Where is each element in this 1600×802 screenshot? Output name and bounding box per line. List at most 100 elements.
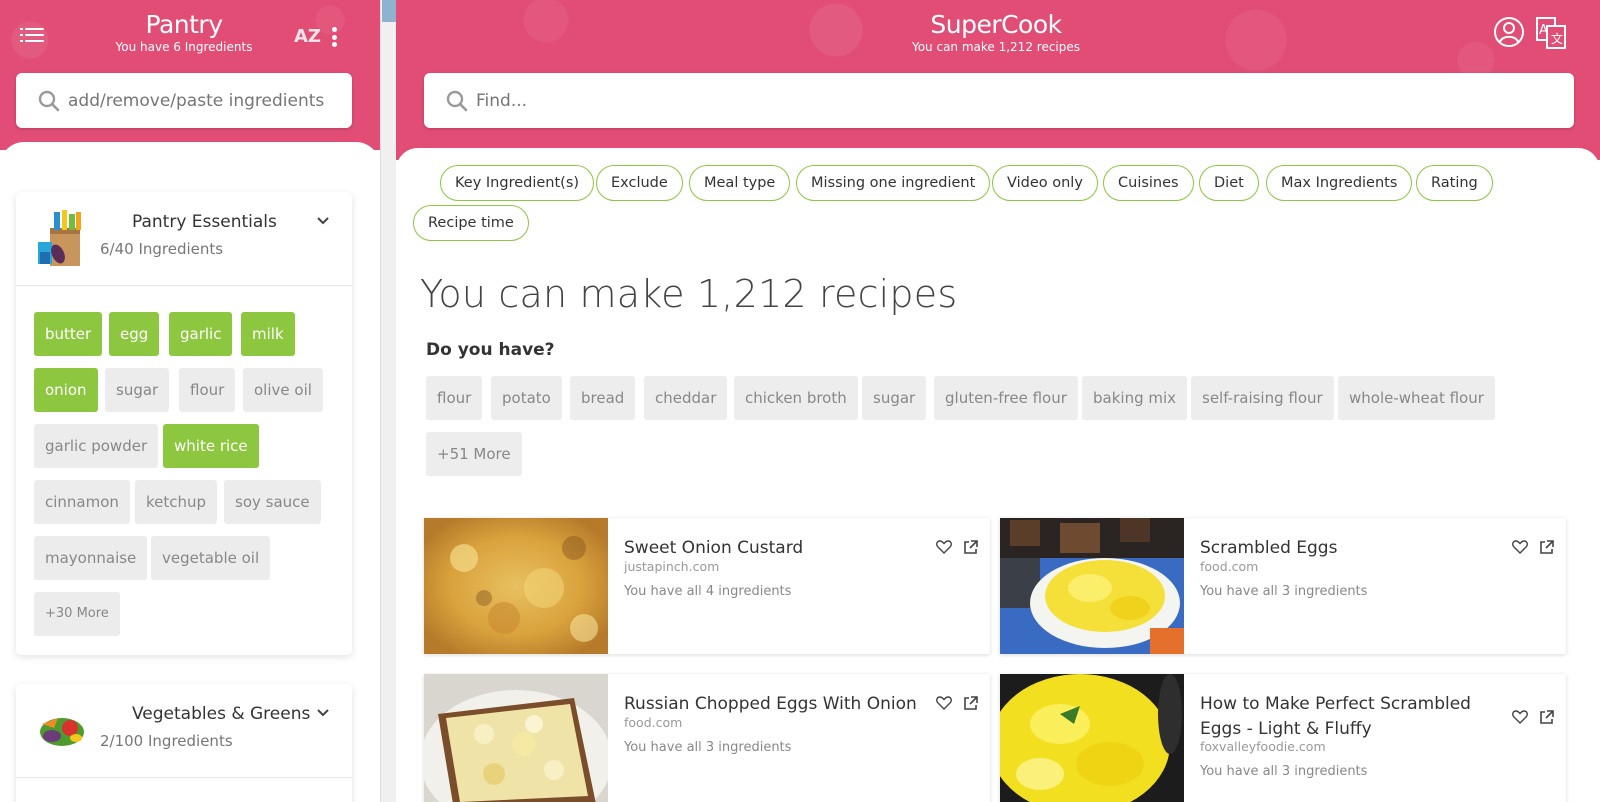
ingredient-chip[interactable]: garlic bbox=[169, 312, 233, 356]
ingredient-chip[interactable]: ketchup bbox=[135, 480, 218, 524]
user-icon[interactable] bbox=[1493, 16, 1525, 48]
results-heading: You can make 1,212 recipes bbox=[420, 272, 958, 316]
filter-chip[interactable]: Video only bbox=[992, 165, 1098, 201]
suggestion-chip[interactable]: flour bbox=[426, 376, 483, 420]
ingredient-chip[interactable]: vegetable oil bbox=[151, 536, 271, 580]
filter-chip[interactable]: Cuisines bbox=[1103, 165, 1194, 201]
recipe-title[interactable]: Scrambled Eggs bbox=[1200, 536, 1500, 561]
filter-chip[interactable]: Diet bbox=[1199, 165, 1259, 201]
recipe-title[interactable]: Russian Chopped Eggs With Onion bbox=[624, 692, 924, 717]
recipe-image bbox=[424, 674, 608, 802]
vegetables-icon bbox=[40, 718, 84, 746]
svg-text:文: 文 bbox=[1551, 31, 1563, 46]
heart-icon[interactable] bbox=[936, 540, 952, 554]
category-count: 6/40 Ingredients bbox=[100, 240, 224, 258]
recipe-title[interactable]: How to Make Perfect Scrambled Eggs - Lig… bbox=[1200, 692, 1500, 742]
heart-icon[interactable] bbox=[1512, 540, 1528, 554]
category-title: Pantry Essentials bbox=[132, 212, 277, 232]
ingredient-chip[interactable]: onion bbox=[34, 368, 98, 412]
category-count: 2/100 Ingredients bbox=[100, 732, 233, 750]
ingredient-chip[interactable]: flour bbox=[179, 368, 236, 412]
recipe-search-input[interactable] bbox=[476, 87, 1536, 115]
recipe-image bbox=[424, 518, 608, 654]
more-ingredients-chip[interactable]: +30 More bbox=[34, 592, 120, 636]
recipe-card[interactable]: Sweet Onion Custard justapinch.com You h… bbox=[424, 518, 990, 654]
ingredient-chip[interactable]: olive oil bbox=[243, 368, 323, 412]
filter-chip[interactable]: Recipe time bbox=[413, 205, 529, 241]
external-link-icon[interactable] bbox=[963, 540, 978, 555]
suggestion-chip[interactable]: gluten-free flour bbox=[934, 376, 1078, 420]
search-icon bbox=[38, 90, 60, 112]
suggestion-chip[interactable]: baking mix bbox=[1082, 376, 1188, 420]
category-card-vegetables: Vegetables & Greens 2/100 Ingredients bbox=[16, 684, 352, 802]
ingredient-search-input[interactable] bbox=[68, 87, 338, 115]
more-suggestions-chip[interactable]: +51 More bbox=[426, 432, 522, 476]
ingredient-chip[interactable]: butter bbox=[34, 312, 103, 356]
pantry-panel: Pantry You have 6 Ingredients AZ Pantry … bbox=[0, 0, 380, 802]
filter-chip[interactable]: Exclude bbox=[596, 165, 683, 201]
ingredient-chip[interactable]: garlic powder bbox=[34, 424, 159, 468]
ingredient-chip[interactable]: mayonnaise bbox=[34, 536, 148, 580]
filter-chip[interactable]: Rating bbox=[1416, 165, 1493, 201]
suggestion-chip[interactable]: self-raising flour bbox=[1191, 376, 1334, 420]
heart-icon[interactable] bbox=[1512, 710, 1528, 724]
pantry-header: Pantry You have 6 Ingredients AZ bbox=[0, 0, 380, 150]
category-card-pantry-essentials: Pantry Essentials 6/40 Ingredients butte… bbox=[16, 192, 352, 655]
recipe-image bbox=[1000, 518, 1184, 654]
ingredient-search-box bbox=[16, 73, 352, 128]
suggestions-label: Do you have? bbox=[426, 340, 555, 360]
pantry-body-curve bbox=[0, 142, 380, 172]
suggestion-chip[interactable]: bread bbox=[570, 376, 636, 420]
suggestion-chip[interactable]: cheddar bbox=[644, 376, 728, 420]
external-link-icon[interactable] bbox=[963, 696, 978, 711]
search-icon bbox=[446, 90, 468, 112]
external-link-icon[interactable] bbox=[1539, 540, 1554, 555]
translate-icon[interactable]: A 文 bbox=[1536, 17, 1566, 49]
chevron-down-icon[interactable] bbox=[316, 216, 330, 226]
recipe-source: food.com bbox=[624, 715, 683, 730]
category-header[interactable]: Pantry Essentials 6/40 Ingredients bbox=[16, 192, 352, 286]
app-subtitle: You can make 1,212 recipes bbox=[911, 40, 1081, 54]
filter-chip[interactable]: Key Ingredient(s) bbox=[440, 165, 595, 201]
recipe-card[interactable]: How to Make Perfect Scrambled Eggs - Lig… bbox=[1000, 674, 1566, 802]
ingredient-chip[interactable]: egg bbox=[109, 312, 160, 356]
svg-text:A: A bbox=[1539, 23, 1548, 38]
recipe-ingredient-status: You have all 3 ingredients bbox=[624, 740, 792, 755]
ingredient-chip[interactable]: cinnamon bbox=[34, 480, 130, 524]
external-link-icon[interactable] bbox=[1539, 710, 1554, 725]
app-title: SuperCook bbox=[930, 10, 1062, 39]
menu-icon[interactable] bbox=[20, 26, 44, 44]
ingredient-chip[interactable]: milk bbox=[241, 312, 295, 356]
filter-chip[interactable]: Max Ingredients bbox=[1266, 165, 1413, 201]
ingredient-chip[interactable]: white rice bbox=[163, 424, 259, 468]
recipe-source: foxvalleyfoodie.com bbox=[1200, 739, 1326, 754]
recipe-title[interactable]: Sweet Onion Custard bbox=[624, 536, 924, 561]
heart-icon[interactable] bbox=[936, 696, 952, 710]
recipe-card[interactable]: Scrambled Eggs food.com You have all 3 i… bbox=[1000, 518, 1566, 654]
recipe-ingredient-status: You have all 3 ingredients bbox=[1200, 764, 1368, 779]
ingredient-chip[interactable]: soy sauce bbox=[224, 480, 321, 524]
more-vert-icon[interactable] bbox=[332, 27, 338, 47]
recipe-ingredient-status: You have all 3 ingredients bbox=[1200, 584, 1368, 599]
main-header: SuperCook You can make 1,212 recipes A 文 bbox=[396, 0, 1600, 160]
panel-divider-handle[interactable] bbox=[382, 0, 396, 22]
suggestion-chip[interactable]: whole-wheat flour bbox=[1338, 376, 1495, 420]
recipe-card[interactable]: Russian Chopped Eggs With Onion food.com… bbox=[424, 674, 990, 802]
grocery-bag-icon bbox=[38, 210, 81, 266]
suggestion-chip[interactable]: chicken broth bbox=[734, 376, 858, 420]
category-header[interactable]: Vegetables & Greens 2/100 Ingredients bbox=[16, 684, 352, 778]
recipe-search-box bbox=[424, 73, 1574, 128]
filter-chip[interactable]: Meal type bbox=[689, 165, 791, 201]
chevron-down-icon[interactable] bbox=[316, 708, 330, 718]
suggestion-chip[interactable]: potato bbox=[491, 376, 562, 420]
recipes-panel: SuperCook You can make 1,212 recipes A 文… bbox=[396, 0, 1600, 802]
category-title: Vegetables & Greens bbox=[132, 704, 311, 724]
panel-divider[interactable] bbox=[380, 0, 396, 802]
pantry-subtitle: You have 6 Ingredients bbox=[115, 40, 253, 54]
recipe-source: justapinch.com bbox=[624, 559, 720, 574]
suggestion-chip[interactable]: sugar bbox=[862, 376, 927, 420]
sort-az-icon[interactable]: AZ bbox=[294, 26, 321, 47]
filter-chip[interactable]: Missing one ingredient bbox=[796, 165, 991, 201]
pantry-title: Pantry bbox=[145, 10, 224, 39]
ingredient-chip[interactable]: sugar bbox=[105, 368, 170, 412]
